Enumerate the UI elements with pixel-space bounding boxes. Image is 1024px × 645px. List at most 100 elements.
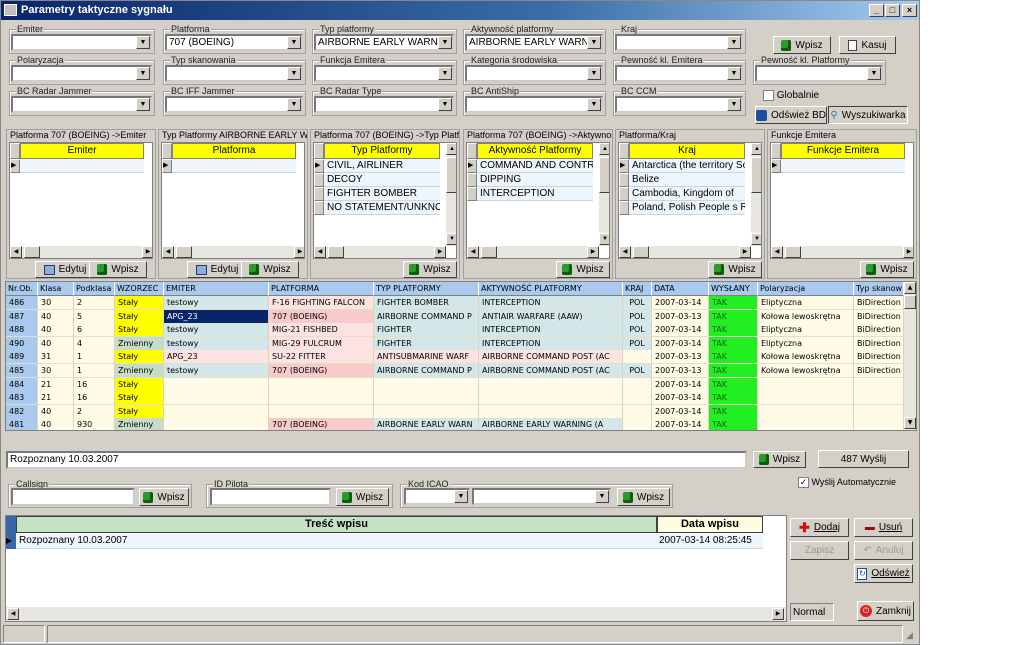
edytuj-button[interactable]: Edytuj [187,261,247,278]
chevron-down-icon[interactable]: ▼ [727,36,741,49]
chevron-down-icon[interactable]: ▼ [438,36,452,49]
list-item[interactable]: INTERCEPTION [477,187,593,201]
cell-typ-platformy[interactable] [374,404,479,419]
column-header[interactable]: Funkcje Emitera [781,143,905,159]
filter-select-bc-ccm[interactable]: ▼ [615,96,743,113]
cell-kraj[interactable]: POL [623,309,652,324]
callsign-input[interactable] [11,488,135,506]
chevron-down-icon[interactable]: ▼ [587,36,601,49]
cell-klasa[interactable]: 40 [38,336,74,351]
column-header-wysany[interactable]: WYSŁANY [709,282,758,296]
cell-emiter[interactable]: APG_23 [164,309,269,324]
cell-polaryzacja[interactable] [758,377,854,392]
filter-select-pewnosc-kl-emitera[interactable]: ▼ [615,65,743,82]
dodaj-button[interactable]: ✚ Dodaj [790,518,849,537]
cell-wysany[interactable]: TAK [709,377,758,392]
filter-select-kraj[interactable]: ▼ [615,34,743,51]
scroll-right-icon[interactable]: ▶ [739,246,751,258]
list-item[interactable]: NO STATEMENT/UNKNOWN [324,201,440,215]
cell-polaryzacja[interactable]: Eliptyczna [758,336,854,351]
usun-button[interactable]: ▬ Usuń [854,518,913,537]
cell-aktywnosc-platformy[interactable] [479,391,623,406]
panel-list[interactable]: Platforma ▶ ◀ ▶ [161,142,305,259]
wpisz-button[interactable]: Wpisz [556,261,610,278]
scroll-thumb[interactable] [904,295,916,309]
cell-typ-platformy[interactable]: AIRBORNE COMMAND P [374,309,479,324]
panel-list[interactable]: Emiter ▶ ◀ ▶ [9,142,153,259]
chevron-down-icon[interactable]: ▼ [136,67,150,80]
cell-podklasa[interactable]: 2 [74,404,115,419]
scroll-right-icon[interactable]: ▶ [587,246,599,258]
cell-typ-platformy[interactable]: FIGHTER [374,323,479,338]
cell-emiter[interactable]: testowy [164,323,269,338]
cell-data[interactable]: 2007-03-14 [652,296,709,310]
cell-typ-skanow[interactable]: BiDirection [854,336,904,351]
cell-wzorzec[interactable]: Stały [115,309,164,324]
cell-emiter[interactable] [164,377,269,392]
filter-select-bc-radar-jammer[interactable]: ▼ [11,96,152,113]
list-item[interactable]: Belize [629,173,745,187]
cell-platforma[interactable]: F-16 FIGHTING FALCON [269,296,374,310]
chevron-down-icon[interactable]: ▼ [587,98,601,111]
cell-podklasa[interactable]: 6 [74,323,115,338]
cell-typ-platformy[interactable]: FIGHTER [374,336,479,351]
wpisz-button[interactable]: Wpisz [708,261,762,278]
cell-podklasa[interactable]: 2 [74,296,115,310]
cell-polaryzacja[interactable] [758,391,854,406]
chevron-down-icon[interactable]: ▼ [136,98,150,111]
cell-typ-platformy[interactable] [374,391,479,406]
cell-typ-skanow[interactable] [854,404,904,419]
cell-aktywnosc-platformy[interactable]: ANTIAIR WARFARE (AAW) [479,309,623,324]
cell-kraj[interactable]: POL [623,323,652,338]
log-grid[interactable]: Treść wpisu Data wpisu ▶ Rozpoznany 10.0… [5,515,787,622]
vscrollbar[interactable]: ▲ ▼ [751,143,761,246]
chevron-down-icon[interactable]: ▼ [287,98,301,111]
cell-platforma[interactable] [269,377,374,392]
cell-podklasa[interactable]: 4 [74,336,115,351]
list-item[interactable]: Antarctica (the territory South of [629,159,745,173]
cell-klasa[interactable]: 21 [38,391,74,406]
cell-data[interactable]: 2007-03-13 [652,309,709,324]
chevron-down-icon[interactable]: ▼ [287,36,301,49]
cell-wysany[interactable]: TAK [709,364,758,378]
zapisz-button[interactable]: Zapisz [790,541,849,560]
cell-wysany[interactable]: TAK [709,418,758,430]
filter-select-emiter[interactable]: ▼ [11,34,152,51]
cell-nrob[interactable]: 490 [6,336,38,351]
cell-typ-skanow[interactable] [854,377,904,392]
chevron-down-icon[interactable]: ▼ [136,36,150,49]
log-cell-data[interactable]: 2007-03-14 08:25:45 [657,533,763,549]
cell-typ-skanow[interactable]: BiDirection [854,350,904,365]
cell-podklasa[interactable]: 5 [74,309,115,324]
cell-wysany[interactable]: TAK [709,309,758,324]
chevron-down-icon[interactable]: ▼ [454,490,468,503]
comment-wpisz-button[interactable]: Wpisz [753,451,806,468]
cell-typ-skanow[interactable] [854,418,904,430]
hscrollbar[interactable]: ◀ ▶ [619,246,751,258]
scroll-left-icon[interactable]: ◀ [162,246,174,258]
list-item[interactable] [20,159,144,173]
log-header-tresc[interactable]: Treść wpisu [16,516,657,533]
scroll-right-icon[interactable]: ▶ [434,246,446,258]
chevron-down-icon[interactable]: ▼ [587,67,601,80]
scroll-left-icon[interactable]: ◀ [467,246,479,258]
filter-select-aktywnosc-platformy[interactable]: AIRBORNE EARLY WARNING (A▼ [465,34,603,51]
filter-select-polaryzacja[interactable]: ▼ [11,65,152,82]
cell-wzorzec[interactable]: Stały [115,404,164,419]
column-header[interactable]: Typ Platformy [324,143,440,159]
cell-aktywnosc-platformy[interactable]: INTERCEPTION [479,323,623,338]
cell-klasa[interactable]: 40 [38,404,74,419]
checkbox-box[interactable] [763,90,774,101]
cell-data[interactable]: 2007-03-13 [652,350,709,365]
cell-wysany[interactable]: TAK [709,391,758,406]
send-button[interactable]: 487 Wyślij [818,450,909,468]
chevron-down-icon[interactable]: ▼ [727,98,741,111]
cell-nrob[interactable]: 481 [6,418,38,430]
cell-typ-skanow[interactable]: BiDirection [854,309,904,324]
hscrollbar[interactable]: ◀ ▶ [771,246,913,258]
cell-klasa[interactable]: 40 [38,309,74,324]
list-item[interactable]: DIPPING [477,173,593,187]
scroll-down-icon[interactable]: ▼ [904,417,916,429]
cell-podklasa[interactable]: 1 [74,350,115,365]
list-item[interactable] [781,159,905,173]
